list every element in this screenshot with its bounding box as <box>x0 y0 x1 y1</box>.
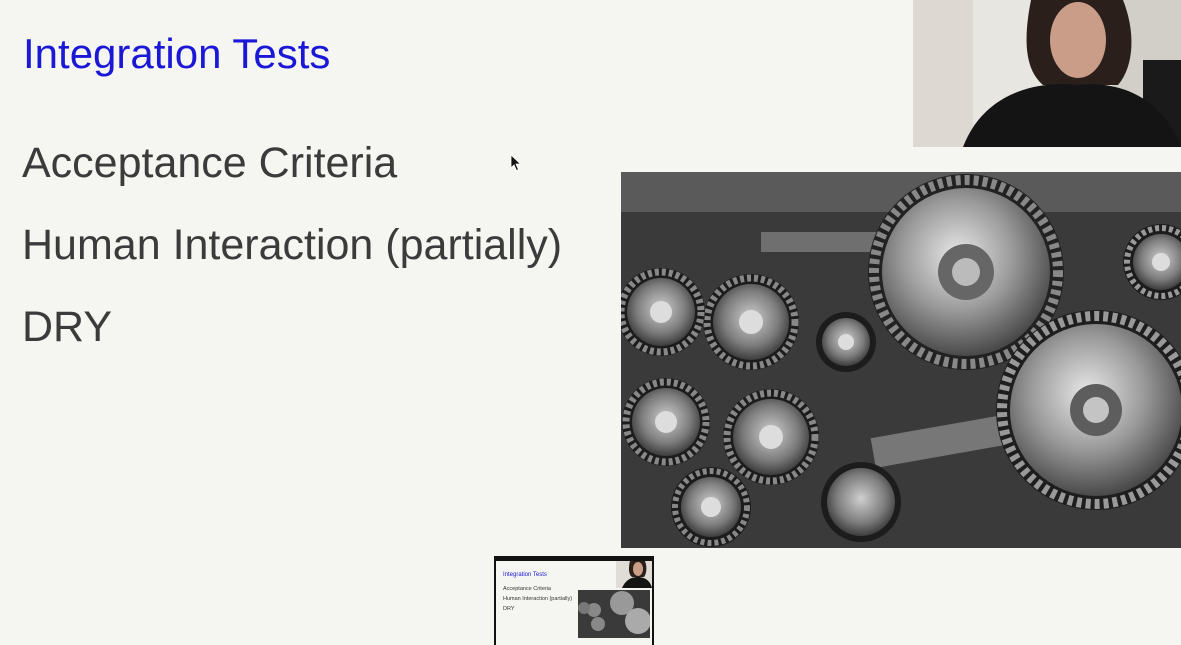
thumbnail-bullet-list: Acceptance Criteria Human Interaction (p… <box>503 586 572 616</box>
thumbnail-gears-image <box>578 590 650 638</box>
bullet-item: Human Interaction (partially) <box>22 221 563 269</box>
bullet-item: Acceptance Criteria <box>22 139 398 187</box>
thumbnail-bullet-item: DRY <box>503 606 515 612</box>
thumbnail-bullet-item: Acceptance Criteria <box>503 586 551 592</box>
thumbnail-title: Integration Tests <box>503 572 547 578</box>
slide-canvas: Integration Tests Acceptance Criteria Hu… <box>0 0 1181 645</box>
gears-illustration <box>621 172 1181 548</box>
bullet-item: DRY <box>22 303 113 351</box>
thumbnail-bullet-item: Human Interaction (partially) <box>503 596 573 602</box>
bullet-list: Acceptance Criteria Human Interaction (p… <box>22 138 562 384</box>
presenter-illustration <box>913 0 1181 147</box>
gears-image <box>621 172 1181 548</box>
mouse-cursor-icon <box>510 154 522 172</box>
slide-title: Integration Tests <box>23 30 331 77</box>
presenter-webcam <box>913 0 1181 147</box>
slide-thumbnail[interactable]: Integration Tests Acceptance Criteria Hu… <box>494 556 654 645</box>
thumbnail-webcam <box>616 561 652 588</box>
